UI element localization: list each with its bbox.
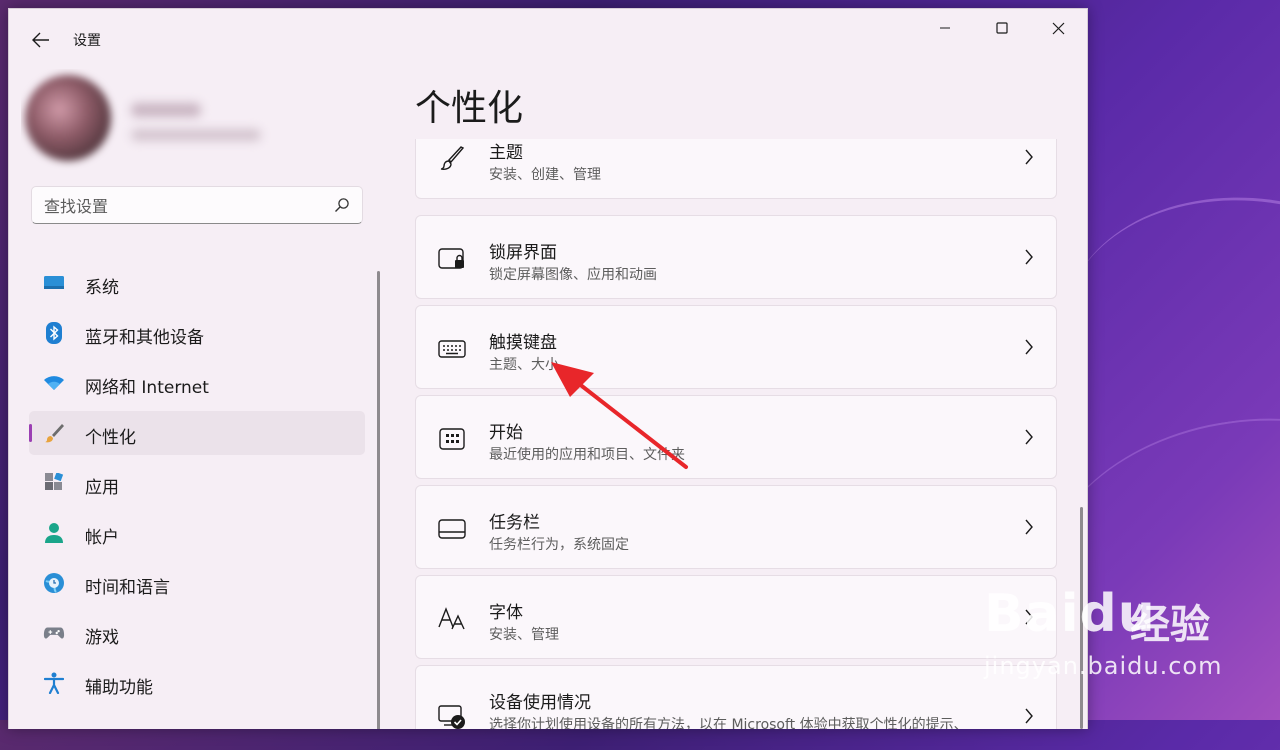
card-device-usage[interactable]: 设备使用情况 选择你计划使用设备的所有方法，以在 Microsoft 体验中获取… <box>415 665 1057 729</box>
chevron-right-icon <box>1025 249 1033 265</box>
apps-icon <box>43 472 65 494</box>
card-description: 锁定屏幕图像、应用和动画 <box>489 267 657 283</box>
card-title: 锁屏界面 <box>489 243 557 263</box>
card-taskbar[interactable]: 任务栏 任务栏行为，系统固定 <box>415 485 1057 569</box>
sidebar-item-label: 时间和语言 <box>85 578 170 598</box>
gamepad-icon <box>43 622 65 644</box>
card-description: 主题、大小 <box>489 357 559 373</box>
taskbar-icon <box>438 516 466 542</box>
maximize-button[interactable] <box>973 9 1030 47</box>
card-title: 开始 <box>489 423 523 443</box>
card-title: 设备使用情况 <box>489 693 591 713</box>
card-description: 任务栏行为，系统固定 <box>489 537 629 553</box>
search-input[interactable] <box>32 187 336 225</box>
sidebar-item-label: 应用 <box>85 478 119 498</box>
chevron-right-icon <box>1025 149 1033 165</box>
back-button[interactable] <box>27 27 55 53</box>
sidebar-item-network[interactable]: 网络和 Internet <box>29 361 365 405</box>
device-usage-icon <box>438 704 466 729</box>
minimize-button[interactable] <box>916 9 973 47</box>
sidebar-item-label: 辅助功能 <box>85 678 153 698</box>
search-icon[interactable] <box>334 197 350 213</box>
window-title: 设置 <box>73 33 101 49</box>
brush-icon <box>43 422 65 444</box>
sidebar-item-label: 帐户 <box>85 528 119 548</box>
back-arrow-icon <box>32 32 49 48</box>
card-description: 选择你计划使用设备的所有方法，以在 Microsoft 体验中获取个性化的提示、 <box>489 717 968 729</box>
blurred-user-email <box>131 129 261 141</box>
paintbrush-icon <box>438 146 466 172</box>
start-menu-icon <box>438 426 466 452</box>
chevron-right-icon <box>1025 519 1033 535</box>
person-icon <box>43 522 65 544</box>
sidebar-item-system[interactable]: 系统 <box>29 261 365 305</box>
title-bar: 设置 <box>9 9 1087 69</box>
wifi-icon <box>43 372 65 394</box>
sidebar-item-label: 系统 <box>85 278 119 298</box>
sidebar-item-time-language[interactable]: 时间和语言 <box>29 561 365 605</box>
sidebar-nav: 系统 蓝牙和其他设备 网络和 Internet 个性化 应用 帐户 时间和语言 … <box>29 261 365 711</box>
main-scrollbar[interactable] <box>1080 507 1083 729</box>
user-profile[interactable] <box>21 69 371 177</box>
sidebar-item-label: 网络和 Internet <box>85 378 209 398</box>
font-icon <box>438 606 466 632</box>
blurred-user-name <box>131 103 201 117</box>
card-lock-screen[interactable]: 锁屏界面 锁定屏幕图像、应用和动画 <box>415 215 1057 299</box>
card-description: 安装、创建、管理 <box>489 167 601 183</box>
sidebar-item-label: 游戏 <box>85 628 119 648</box>
bluetooth-icon <box>43 322 65 344</box>
settings-card-list: 主题 安装、创建、管理 锁屏界面 锁定屏幕图像、应用和动画 触摸键盘 主题、大小 <box>415 139 1057 729</box>
sidebar-item-label: 个性化 <box>85 428 136 448</box>
chevron-right-icon <box>1025 609 1033 625</box>
minimize-icon <box>939 27 950 29</box>
sidebar-item-accessibility[interactable]: 辅助功能 <box>29 661 365 705</box>
sidebar-scrollbar[interactable] <box>377 271 380 729</box>
card-touch-keyboard[interactable]: 触摸键盘 主题、大小 <box>415 305 1057 389</box>
monitor-icon <box>43 272 65 294</box>
sidebar-item-apps[interactable]: 应用 <box>29 461 365 505</box>
sidebar-item-bluetooth[interactable]: 蓝牙和其他设备 <box>29 311 365 355</box>
sidebar-item-gaming[interactable]: 游戏 <box>29 611 365 655</box>
settings-window: 设置 系统 <box>8 8 1088 729</box>
page-title: 个性化 <box>415 88 524 129</box>
globe-clock-icon <box>43 572 65 594</box>
card-title: 主题 <box>489 143 523 163</box>
keyboard-icon <box>438 336 466 362</box>
accessibility-icon <box>43 672 65 694</box>
active-indicator <box>29 424 32 442</box>
search-box <box>31 186 363 225</box>
card-title: 字体 <box>489 603 523 623</box>
close-icon <box>1052 22 1065 34</box>
sidebar-item-label: 蓝牙和其他设备 <box>85 328 204 348</box>
lock-screen-icon <box>438 246 466 272</box>
card-fonts[interactable]: 字体 安装、管理 <box>415 575 1057 659</box>
sidebar-item-accounts[interactable]: 帐户 <box>29 511 365 555</box>
card-title: 触摸键盘 <box>489 333 557 353</box>
maximize-icon <box>995 22 1008 34</box>
sidebar-item-personalization[interactable]: 个性化 <box>29 411 365 455</box>
card-description: 安装、管理 <box>489 627 559 643</box>
card-description: 最近使用的应用和项目、文件夹 <box>489 447 685 463</box>
card-themes[interactable]: 主题 安装、创建、管理 <box>415 139 1057 199</box>
chevron-right-icon <box>1025 429 1033 445</box>
card-title: 任务栏 <box>489 513 540 533</box>
card-start[interactable]: 开始 最近使用的应用和项目、文件夹 <box>415 395 1057 479</box>
chevron-right-icon <box>1025 339 1033 355</box>
avatar <box>25 75 111 161</box>
close-button[interactable] <box>1030 9 1087 47</box>
chevron-right-icon <box>1025 708 1033 724</box>
window-controls <box>916 9 1087 47</box>
